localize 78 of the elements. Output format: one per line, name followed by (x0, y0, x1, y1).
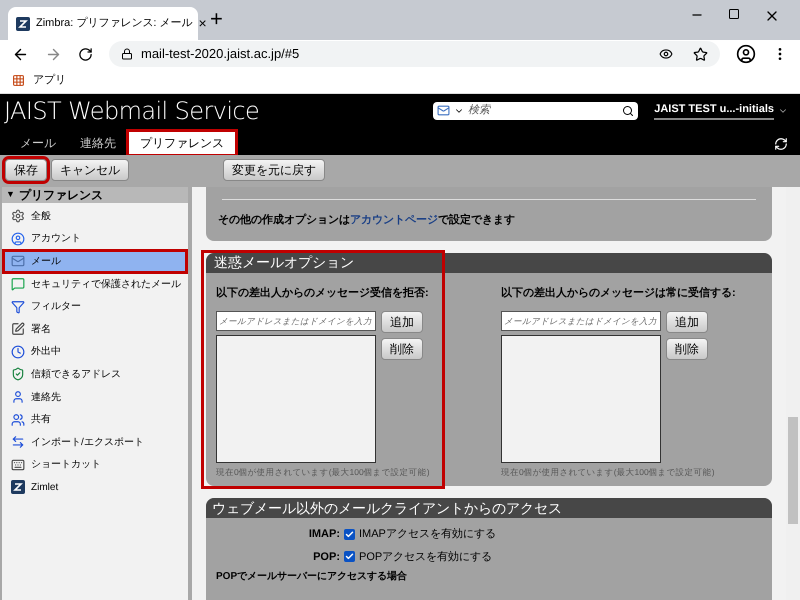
sidebar-item[interactable]: 信頼できるアドレス (3, 363, 187, 386)
shield-icon (11, 367, 25, 382)
search-icon[interactable] (622, 104, 634, 116)
sidebar-item[interactable]: 連絡先 (3, 386, 187, 408)
address-input[interactable]: メールアドレスまたはドメインを入力 (501, 311, 661, 331)
new-tab-button[interactable]: + (210, 2, 223, 35)
sidebar-title: プリファレンス (18, 187, 103, 204)
app-tab[interactable]: プリファレンス (128, 131, 236, 155)
sidebar-item[interactable]: メール (3, 250, 187, 273)
sidebar-item[interactable]: 署名 (3, 318, 187, 341)
app-tab[interactable]: メール (8, 131, 68, 155)
envelope-icon (11, 254, 25, 268)
address-input[interactable]: メールアドレスまたはドメインを入力 (216, 311, 376, 331)
add-button[interactable]: 追加 (666, 311, 708, 333)
list-label: 以下の差出人からのメッセージ受信を拒否: (216, 286, 430, 300)
usage-note: 現在0個が使用されています(最大100個まで設定可能) (216, 466, 430, 478)
sidebar-item[interactable]: 共有 (3, 408, 187, 431)
delete-button[interactable]: 削除 (381, 338, 423, 360)
delete-button[interactable]: 削除 (666, 338, 708, 360)
arrows-icon (11, 435, 25, 450)
expand-arrow[interactable]: ▼ (6, 188, 15, 202)
tab-title: Zimbra: プリファレンス: メール (36, 16, 192, 32)
url-text: mail-test-2020.jaist.ac.jp/#5 (141, 45, 300, 64)
address-list[interactable] (216, 335, 376, 463)
user-icon (11, 232, 25, 246)
address-bar[interactable]: mail-test-2020.jaist.ac.jp/#5 (109, 41, 720, 67)
compose-note: その他の作成オプションはアカウントページで設定できます (218, 212, 516, 228)
bookmark-star-icon[interactable] (693, 46, 708, 62)
lock-icon (121, 48, 133, 60)
gear-icon (11, 209, 25, 224)
access-label: POP: (312, 550, 340, 564)
access-label: IMAP: (308, 527, 340, 542)
checkbox[interactable] (344, 551, 355, 562)
keyboard-icon (11, 458, 25, 472)
save-button[interactable]: 保存 (5, 159, 47, 181)
sidebar-item[interactable]: フィルター (3, 295, 187, 318)
user-name[interactable]: JAIST TEST u...-initials (654, 101, 774, 120)
app-logo: JAIST Webmail Service (4, 96, 260, 126)
reload-icon[interactable] (78, 46, 93, 62)
people-icon (11, 412, 25, 427)
bookmark-link[interactable]: アプリ (33, 72, 66, 89)
cancel-button[interactable]: キャンセル (51, 159, 129, 181)
sidebar-item[interactable]: インポート/エクスポート (3, 430, 187, 454)
sidebar-item[interactable]: 外出中 (3, 340, 187, 364)
mail-icon (437, 104, 450, 117)
sidebar-item[interactable]: Zimlet (3, 476, 187, 499)
filter-icon (11, 300, 25, 314)
section-title: ウェブメール以外のメールクライアントからのアクセス (212, 498, 562, 518)
checkbox[interactable] (344, 528, 355, 540)
app-tab[interactable]: 連絡先 (68, 131, 128, 155)
message-icon (11, 277, 25, 292)
tab-favicon-icon (16, 16, 30, 30)
person-icon (11, 390, 25, 404)
sidebar-item[interactable]: アカウント (3, 228, 187, 250)
list-label: 以下の差出人からのメッセージは常に受信する: (501, 286, 737, 300)
search-input[interactable]: 検索 (468, 102, 618, 119)
maximize-icon[interactable] (728, 8, 740, 20)
address-list[interactable] (501, 335, 661, 463)
clock-icon (11, 344, 25, 359)
profile-icon[interactable] (736, 44, 756, 64)
pen-icon (11, 322, 25, 336)
search-field[interactable]: 検索 (433, 102, 638, 120)
sidebar-item[interactable]: ショートカット (3, 454, 187, 476)
pop-subheading: POPでメールサーバーにアクセスする場合 (215, 571, 408, 583)
z-icon (11, 480, 25, 494)
apps-grid-icon (12, 74, 25, 87)
checkbox-label: IMAPアクセスを有効にする (359, 527, 496, 542)
refresh-icon[interactable] (774, 137, 788, 151)
section-title: 迷惑メールオプション (214, 253, 354, 272)
tab-close-button[interactable]: × (198, 13, 207, 34)
sidebar-item[interactable]: セキュリティで保護されたメール (3, 272, 187, 296)
usage-note: 現在0個が使用されています(最大100個まで設定可能) (501, 466, 716, 478)
revert-button[interactable]: 変更を元に戻す (223, 159, 325, 181)
account-page-link[interactable]: アカウントページ (350, 214, 438, 226)
eye-icon[interactable] (659, 47, 673, 61)
add-button[interactable]: 追加 (381, 311, 423, 333)
sidebar-item[interactable]: 全般 (3, 205, 187, 228)
checkbox-label: POPアクセスを有効にする (359, 550, 492, 564)
